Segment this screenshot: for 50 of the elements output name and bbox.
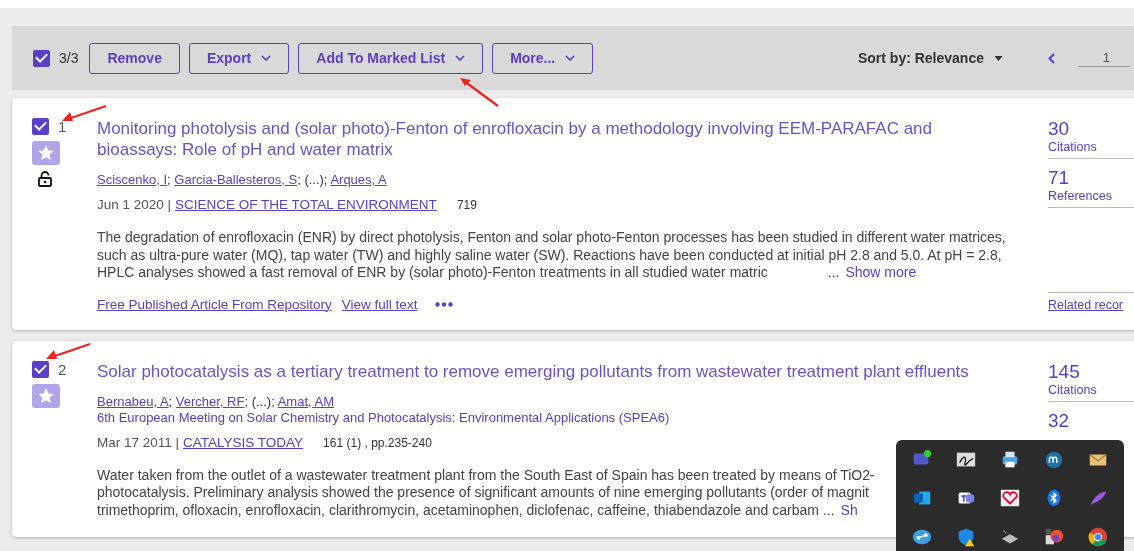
record-title[interactable]: Monitoring photolysis and (solar photo)-Fenton of enrofloxacin by a methodology involving EEM-PARAFAC and bioassays: Role of pH and water matrix bbox=[97, 118, 1012, 160]
show-more-link[interactable]: Sh bbox=[840, 501, 858, 518]
abstract-text: The degradation of enrofloxacin (ENR) by direct photolysis, Fenton and solar photo-Fenton processes has been studied in different water matrices, such as ultra-pure water (MQ), tap water (TW) and highly saline water (SW). Reactions have been conducted at initial pH 2.8 and 5.0. At pH = 2.8, HPLC analyses showed a fast removal of ENR by (solar photo)-Fenton treatments in all studied water matric ... Show more bbox=[97, 229, 1007, 282]
chevron-down-icon bbox=[455, 55, 466, 61]
author-link[interactable]: Sciscenko, I bbox=[97, 172, 168, 187]
annotation-arrow bbox=[60, 104, 108, 124]
author-list: Sciscenko, I; Garcia-Ballesteros, S; (...); Arques, A bbox=[97, 172, 1033, 188]
checkbox[interactable] bbox=[32, 360, 49, 378]
author-link[interactable]: Arques, A bbox=[330, 172, 387, 187]
show-more-link[interactable]: Show more bbox=[845, 264, 917, 280]
toolbar-button[interactable]: Remove bbox=[89, 42, 180, 74]
metric-count[interactable]: 145 bbox=[1048, 360, 1134, 383]
metric-count[interactable]: 71 bbox=[1048, 167, 1134, 189]
record-number: 2 bbox=[58, 360, 67, 378]
full-text-link[interactable]: View full text bbox=[341, 296, 418, 312]
journal-link[interactable]: CATALYSIS TODAY bbox=[183, 434, 304, 450]
author-link[interactable]: Bernabeu, A bbox=[97, 393, 169, 409]
annotation-arrow bbox=[44, 342, 92, 362]
author-link[interactable]: Amat, AM bbox=[277, 393, 335, 409]
browser-icon[interactable] bbox=[1087, 525, 1109, 548]
publication-date: Jun 1 2020 | bbox=[97, 197, 172, 212]
page-field[interactable]: 1 bbox=[1078, 49, 1130, 67]
metric-label[interactable]: References bbox=[1048, 189, 1134, 203]
record-title[interactable]: Solar photocatalysis as a tertiary treatment to remove emerging pollutants from wastewater treatment plant effluents bbox=[97, 360, 1012, 382]
annotation-arrow bbox=[458, 76, 500, 108]
metric-label[interactable]: Citations bbox=[1048, 382, 1134, 397]
chevron-down-icon bbox=[565, 55, 576, 61]
publication-date: Mar 17 2011 | bbox=[97, 434, 180, 450]
volume-info: 161 (1) , pp.235-240 bbox=[323, 435, 432, 450]
metric-label[interactable]: Citations bbox=[1048, 140, 1134, 154]
metric-count[interactable]: 32 bbox=[1048, 409, 1134, 432]
record-number: 1 bbox=[58, 118, 67, 135]
full-text-link[interactable]: Free Published Article From Repository bbox=[97, 296, 332, 312]
toolbar-button[interactable]: More... bbox=[492, 42, 594, 74]
toolbar-button[interactable]: Add To Marked List bbox=[298, 42, 484, 74]
chevron-left-icon[interactable] bbox=[1048, 52, 1055, 64]
checkbox[interactable] bbox=[33, 49, 50, 67]
conference-name: 6th European Meeting on Solar Chemistry and Photocatalysis: Environmental Applications (SPEA6) bbox=[97, 409, 671, 426]
metric-count[interactable]: 30 bbox=[1048, 118, 1134, 140]
checkbox[interactable] bbox=[32, 118, 49, 135]
selection-count: 3/3 bbox=[59, 50, 79, 66]
toolbar-button[interactable]: Export bbox=[188, 42, 290, 74]
volume-info: 719 bbox=[456, 198, 477, 212]
caret-icon bbox=[994, 55, 1003, 61]
sort-dropdown[interactable]: Sort by: Relevance bbox=[857, 50, 984, 66]
author-list: Bernabeu, A; Vercher, RF; (...); Amat, AM bbox=[97, 393, 1033, 410]
more-icon[interactable] bbox=[435, 301, 454, 307]
journal-link[interactable]: SCIENCE OF THE TOTAL ENVIRONMENT bbox=[175, 197, 437, 212]
related-records-link[interactable]: Related recor bbox=[1048, 297, 1124, 312]
chevron-down-icon bbox=[261, 55, 272, 61]
